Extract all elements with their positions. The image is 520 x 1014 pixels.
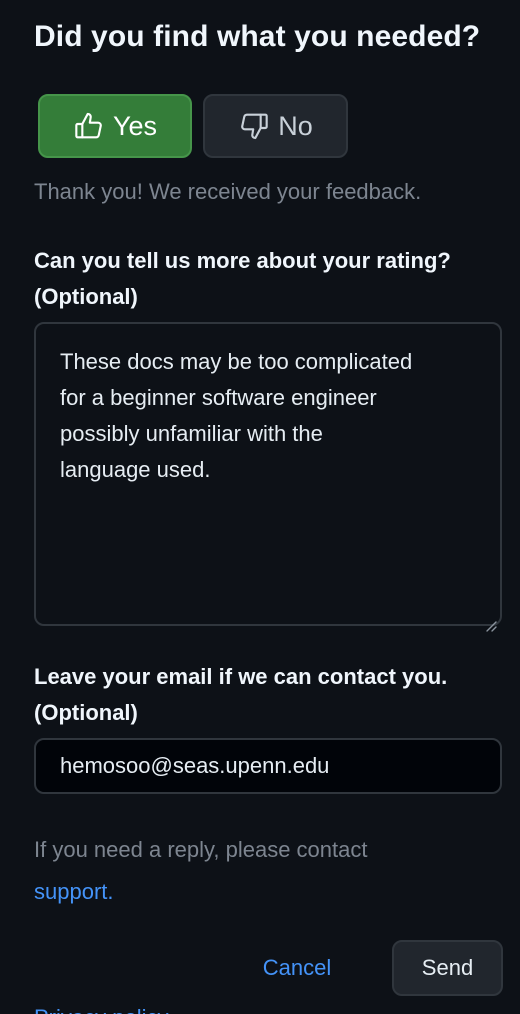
- rating-textarea-value: These docs may be too complicated for a …: [60, 349, 413, 482]
- send-button[interactable]: Send: [392, 940, 503, 996]
- email-label-optional: (Optional): [34, 700, 138, 725]
- thanks-message: Thank you! We received your feedback.: [34, 179, 422, 204]
- rating-textarea[interactable]: These docs may be too complicated for a …: [34, 322, 502, 632]
- email-label-text: Leave your email if we can contact you.: [34, 664, 448, 689]
- reply-note-text: If you need a reply, please contact: [34, 837, 368, 862]
- no-label: No: [278, 110, 313, 141]
- reply-note: If you need a reply, please contact supp…: [34, 829, 474, 913]
- email-label: Leave your email if we can contact you. …: [34, 659, 447, 731]
- rating-label: Can you tell us more about your rating? …: [34, 243, 451, 315]
- privacy-policy-link[interactable]: Privacy policy: [34, 1000, 168, 1014]
- email-field[interactable]: hemosoo@seas.upenn.edu: [34, 738, 502, 794]
- thumbs-down-icon: [238, 110, 270, 142]
- yes-label: Yes: [112, 110, 158, 141]
- feedback-panel: Did you find what you needed? Yes No Tha…: [0, 0, 520, 1014]
- yes-button[interactable]: Yes: [38, 94, 192, 158]
- resize-handle-icon[interactable]: [484, 608, 498, 632]
- no-button[interactable]: No: [203, 94, 348, 158]
- rating-label-text: Can you tell us more about your rating?: [34, 248, 451, 273]
- cancel-button[interactable]: Cancel: [238, 940, 356, 996]
- feedback-title: Did you find what you needed?: [34, 20, 481, 53]
- support-link[interactable]: support.: [34, 879, 114, 904]
- thumbs-up-icon: [73, 110, 105, 142]
- rating-label-optional: (Optional): [34, 284, 138, 309]
